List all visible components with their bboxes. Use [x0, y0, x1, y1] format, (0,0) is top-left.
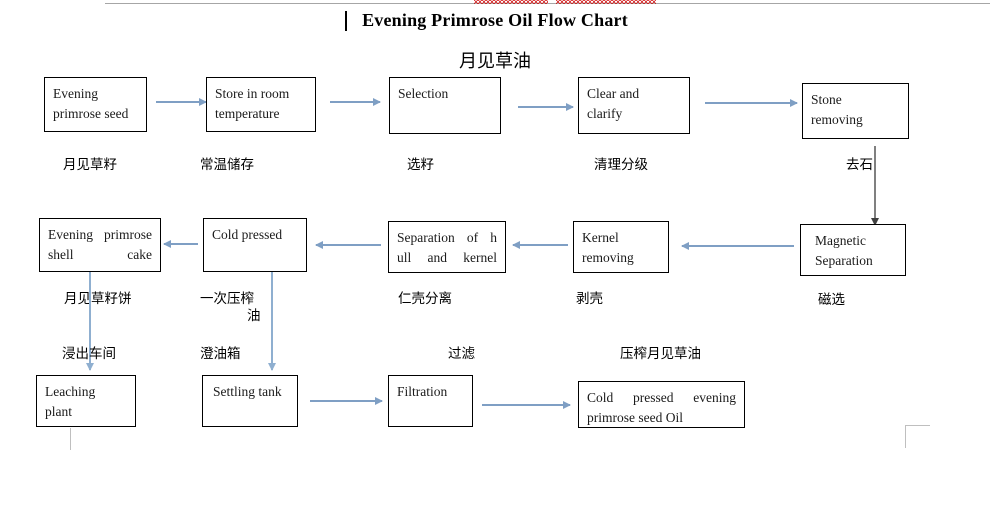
caption-stone-removing: 去石: [846, 157, 873, 173]
box-line-2: shell cake: [48, 246, 152, 262]
box-line-1: Clear and: [587, 86, 640, 101]
flowchart-canvas: Evening Primrose Oil Flow Chart 月见草油 Eve…: [0, 0, 990, 510]
caption-magnetic-separation: 磁选: [818, 292, 845, 308]
arrow-clear-to-stone: [705, 99, 798, 107]
process-box-cold-pressed[interactable]: Cold pressed: [203, 218, 307, 272]
page-title-english: Evening Primrose Oil Flow Chart: [362, 10, 628, 30]
page-title-chinese: 月见草油: [459, 51, 531, 72]
box-line-1: Cold pressed evening: [587, 390, 736, 405]
process-box-separation-of-hull-and-kernel[interactable]: Separation of h ull and kernel: [388, 221, 506, 273]
box-line-2: Separation: [815, 252, 873, 268]
caption-cold-pressed-line1: 一次压榨: [200, 291, 254, 307]
arrow-store-to-selection: [330, 98, 381, 106]
box-line-2: removing: [811, 111, 863, 127]
process-box-stone-removing[interactable]: Stone removing: [802, 83, 909, 139]
box-line-1: Evening: [53, 86, 98, 101]
box-line-1: Selection: [398, 86, 449, 101]
caption-cold-pressed-line2: 油: [247, 308, 261, 324]
caption-selection: 选籽: [407, 157, 434, 173]
caption-cold-pressed-oil: 压榨月见草油: [620, 346, 701, 362]
box-line-2: clarify: [587, 105, 623, 121]
box-line-1: Settling tank: [213, 384, 282, 399]
arrow-cold-pressed-to-shell-cake: [163, 240, 198, 248]
box-line-2: ull and kernel: [397, 249, 497, 265]
box-line-1: Store in room: [215, 86, 290, 101]
process-box-clear-and-clarify[interactable]: Clear and clarify: [578, 77, 690, 134]
arrow-magnetic-to-kernel: [681, 242, 794, 250]
process-box-leaching-plant[interactable]: Leaching plant: [36, 375, 136, 427]
caption-leaching-plant: 浸出车间: [62, 346, 116, 362]
box-line-1: Magnetic: [815, 233, 866, 248]
box-line-1: Separation of h: [397, 230, 497, 245]
process-box-evening-primrose-seed[interactable]: Evening primrose seed: [44, 77, 147, 132]
arrow-stone-to-magnetic: [871, 146, 879, 226]
arrow-selection-to-clear: [518, 103, 574, 111]
box-line-2: primrose seed: [53, 105, 129, 121]
process-box-kernel-removing[interactable]: Kernel removing: [573, 221, 669, 273]
process-box-cold-pressed-evening-primrose-seed-oil[interactable]: Cold pressed evening primrose seed Oil: [578, 381, 745, 428]
arrow-seed-to-store: [156, 98, 207, 106]
caption-clear-and-clarify: 清理分级: [594, 157, 648, 173]
process-box-selection[interactable]: Selection: [389, 77, 501, 134]
box-line-1: Kernel: [582, 230, 619, 245]
process-box-store-in-room-temperature[interactable]: Store in room temperature: [206, 77, 316, 132]
box-line-2: temperature: [215, 105, 280, 121]
box-line-1: Cold pressed: [212, 227, 283, 242]
spellcheck-squiggle-2: [556, 0, 656, 4]
caption-kernel-removing: 剥壳: [576, 291, 603, 307]
arrow-kernel-to-separation: [512, 241, 568, 249]
caption-separation-of-hull-and-kernel: 仁壳分离: [398, 291, 452, 307]
arrow-cold-pressed-to-settling-tank: [268, 272, 276, 371]
process-box-magnetic-separation[interactable]: Magnetic Separation: [800, 224, 906, 276]
trailing-line-below-leaching-plant: [70, 428, 71, 450]
spellcheck-squiggle-1: [474, 0, 548, 4]
arrow-filtration-to-cold-pressed-oil: [482, 401, 571, 409]
box-line-1: Stone: [811, 92, 842, 107]
box-line-2: plant: [45, 403, 72, 419]
caption-store-in-room-temperature: 常温储存: [200, 157, 254, 173]
caption-evening-primrose-shell-cake: 月见草籽饼: [64, 291, 132, 307]
caption-filtration: 过滤: [448, 346, 475, 362]
caption-settling-tank: 澄油箱: [200, 346, 241, 362]
box-line-1: Filtration: [397, 384, 448, 399]
process-box-settling-tank[interactable]: Settling tank: [202, 375, 298, 427]
page-margin-corner-mark: [905, 425, 930, 448]
box-line-1: Evening primrose: [48, 227, 152, 242]
process-box-evening-primrose-shell-cake[interactable]: Evening primrose shell cake: [39, 218, 161, 272]
arrow-separation-to-cold-pressed: [315, 241, 381, 249]
caption-evening-primrose-seed: 月见草籽: [63, 157, 117, 173]
box-line-1: Leaching: [45, 384, 96, 399]
box-line-2: removing: [582, 249, 634, 265]
process-box-filtration[interactable]: Filtration: [388, 375, 473, 427]
box-line-2: primrose seed Oil: [587, 409, 683, 425]
arrow-settling-tank-to-filtration: [310, 397, 383, 405]
